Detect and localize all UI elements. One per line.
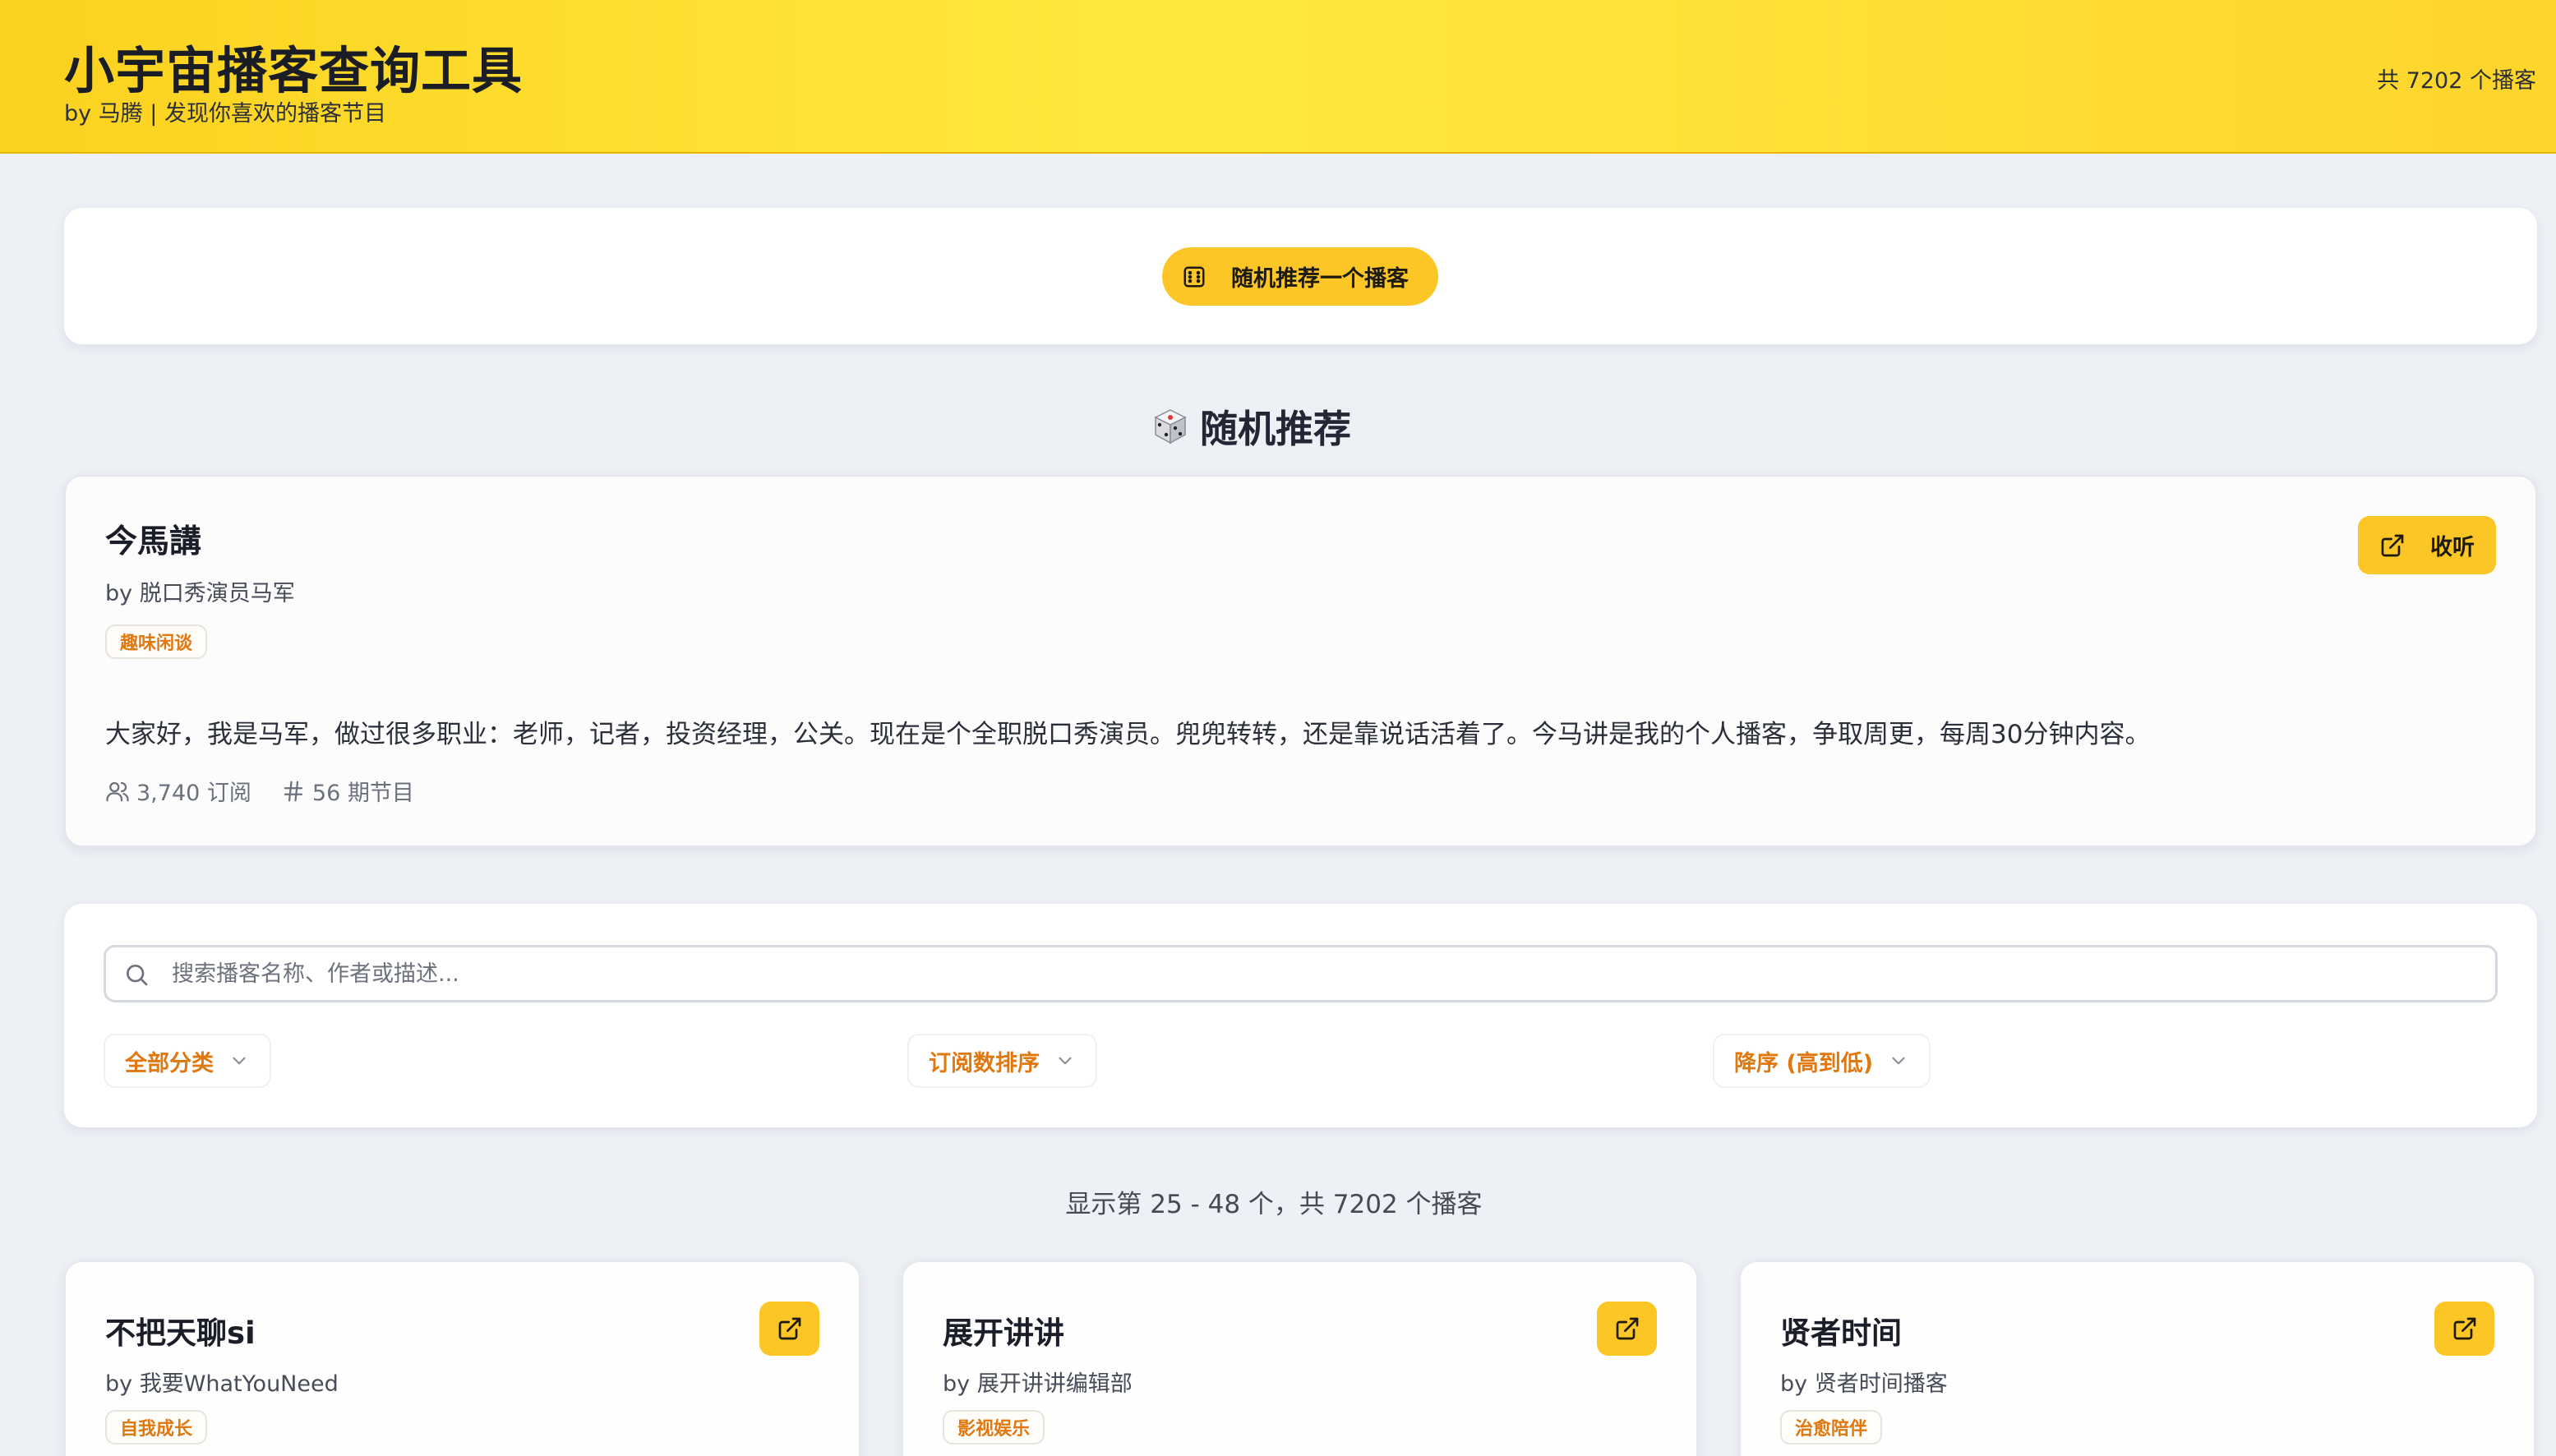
users-icon — [106, 781, 129, 801]
external-link-icon — [1616, 1317, 1638, 1340]
result-range-info: 显示第 25 - 48 个，共 7202 个播客 — [1065, 1190, 1483, 1219]
podcast-title: 贤者时间 — [1780, 1315, 1902, 1351]
section-title-text: 随机推荐 — [1200, 407, 1351, 451]
search-input[interactable] — [104, 945, 2498, 1002]
featured-podcast-description: 大家好，我是马军，做过很多职业：老师，记者，投资经理，公关。现在是个全职脱口秀演… — [105, 720, 2151, 749]
podcast-card: 展开讲讲 by 展开讲讲编辑部 影视娱乐 — [902, 1260, 1698, 1456]
podcast-category-tag: 治愈陪伴 — [1780, 1410, 1883, 1444]
random-panel: 随机推荐一个播客 — [64, 208, 2537, 344]
subscriber-count: 3,740 订阅 — [136, 781, 251, 806]
external-link-icon — [2453, 1317, 2475, 1340]
podcast-author: by 贤者时间播客 — [1780, 1371, 1948, 1397]
chevron-down-icon — [233, 1057, 246, 1065]
order-dropdown-label: 降序 (高到低) — [1734, 1050, 1874, 1076]
open-podcast-button[interactable] — [1597, 1302, 1657, 1356]
category-dropdown[interactable]: 全部分类 — [104, 1034, 271, 1088]
app-subtitle: by 马腾 | 发现你喜欢的播客节目 — [64, 101, 386, 127]
section-title: 随机推荐 — [1151, 399, 1430, 454]
open-podcast-button[interactable] — [759, 1302, 819, 1356]
open-podcast-button[interactable] — [2434, 1302, 2494, 1356]
podcast-author: by 我要WhatYouNeed — [105, 1371, 339, 1397]
random-recommend-label: 随机推荐一个播客 — [1231, 266, 1409, 292]
episode-stat: 56 期节目 — [281, 775, 414, 807]
chevron-down-icon — [1059, 1057, 1072, 1065]
featured-stats: 3,740 订阅 56 期节目 — [105, 775, 444, 807]
podcast-card: 贤者时间 by 贤者时间播客 治愈陪伴 — [1739, 1260, 2535, 1456]
dice-emoji-icon — [1154, 409, 1187, 445]
listen-button[interactable]: 收听 — [2358, 516, 2496, 574]
order-dropdown[interactable]: 降序 (高到低) — [1713, 1034, 1931, 1088]
search-icon — [127, 965, 148, 986]
app-title: 小宇宙播客查询工具 — [64, 42, 524, 100]
podcast-title: 不把天聊si — [105, 1315, 256, 1351]
dice-icon — [1183, 266, 1205, 287]
hash-icon — [284, 781, 303, 801]
featured-podcast-author: by 脱口秀演员马军 — [105, 581, 295, 606]
search-filter-panel: 全部分类 订阅数排序 降序 (高到低) — [64, 904, 2537, 1127]
episode-count: 56 期节目 — [311, 781, 414, 806]
subscriber-stat: 3,740 订阅 — [105, 775, 251, 807]
listen-label: 收听 — [2430, 535, 2475, 560]
podcast-author: by 展开讲讲编辑部 — [943, 1371, 1133, 1397]
featured-podcast-title: 今馬講 — [105, 523, 202, 560]
featured-category-tag: 趣味闲谈 — [105, 624, 208, 659]
podcast-card: 不把天聊si by 我要WhatYouNeed 自我成长 — [64, 1260, 860, 1456]
category-dropdown-label: 全部分类 — [125, 1050, 214, 1076]
podcast-category-tag: 自我成长 — [105, 1410, 208, 1444]
total-podcast-count: 共 7202 个播客 — [2377, 68, 2536, 94]
external-link-icon — [2381, 534, 2404, 556]
podcast-category-tag: 影视娱乐 — [943, 1410, 1045, 1444]
external-link-icon — [778, 1317, 800, 1340]
sort-dropdown-label: 订阅数排序 — [929, 1050, 1040, 1076]
sort-dropdown[interactable]: 订阅数排序 — [907, 1034, 1097, 1088]
app-header: 小宇宙播客查询工具 by 马腾 | 发现你喜欢的播客节目 共 7202 个播客 — [0, 0, 2556, 154]
featured-podcast-card: 今馬講 by 脱口秀演员马军 趣味闲谈 大家好，我是马军，做过很多职业：老师，记… — [64, 475, 2537, 847]
podcast-title: 展开讲讲 — [943, 1315, 1064, 1351]
random-recommend-button[interactable]: 随机推荐一个播客 — [1162, 247, 1438, 306]
chevron-down-icon — [1892, 1057, 1905, 1065]
